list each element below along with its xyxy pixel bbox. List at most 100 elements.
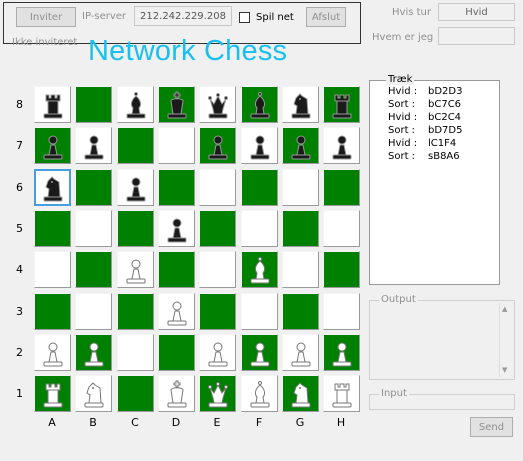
square-c4[interactable] bbox=[117, 251, 154, 288]
square-d8[interactable] bbox=[158, 86, 195, 123]
square-d3[interactable] bbox=[158, 293, 195, 330]
black-pawn-icon bbox=[123, 174, 149, 202]
square-a3[interactable] bbox=[34, 293, 71, 330]
square-b6[interactable] bbox=[75, 169, 112, 206]
square-b1[interactable] bbox=[75, 375, 112, 412]
square-b4[interactable] bbox=[75, 251, 112, 288]
square-e8[interactable] bbox=[199, 86, 236, 123]
square-h4[interactable] bbox=[323, 251, 360, 288]
move-notation: bD2D3 bbox=[428, 86, 463, 97]
move-entry[interactable]: Sort : bD7D5 bbox=[388, 124, 462, 137]
square-d5[interactable] bbox=[158, 210, 195, 247]
square-a7[interactable] bbox=[34, 127, 71, 164]
square-e6[interactable] bbox=[199, 169, 236, 206]
spil-net-checkbox[interactable] bbox=[239, 12, 250, 23]
square-h3[interactable] bbox=[323, 293, 360, 330]
square-c1[interactable] bbox=[117, 375, 154, 412]
move-entry[interactable]: Hvid : bC2C4 bbox=[388, 111, 462, 124]
scroll-up-icon[interactable]: ▲ bbox=[502, 305, 507, 313]
move-entry[interactable]: Hvid : bD2D3 bbox=[388, 85, 462, 98]
square-c2[interactable] bbox=[117, 334, 154, 371]
square-h5[interactable] bbox=[323, 210, 360, 247]
square-h1[interactable] bbox=[323, 375, 360, 412]
square-a1[interactable] bbox=[34, 375, 71, 412]
square-h2[interactable] bbox=[323, 334, 360, 371]
square-f2[interactable] bbox=[241, 334, 278, 371]
ip-server-input[interactable]: 212.242.229.208 bbox=[134, 6, 232, 26]
square-a6[interactable] bbox=[34, 169, 71, 206]
send-button[interactable]: Send bbox=[470, 417, 513, 437]
scroll-down-icon[interactable]: ▼ bbox=[502, 366, 507, 374]
square-g5[interactable] bbox=[282, 210, 319, 247]
move-entry[interactable]: Hvid : lC1F4 bbox=[388, 137, 462, 150]
move-entry[interactable]: Sort : sB8A6 bbox=[388, 150, 462, 163]
square-a5[interactable] bbox=[34, 210, 71, 247]
square-h7[interactable] bbox=[323, 127, 360, 164]
quit-button[interactable]: Afslut bbox=[306, 7, 346, 27]
square-g6[interactable] bbox=[282, 169, 319, 206]
black-queen-icon bbox=[205, 91, 231, 119]
square-e5[interactable] bbox=[199, 210, 236, 247]
square-c6[interactable] bbox=[117, 169, 154, 206]
square-b7[interactable] bbox=[75, 127, 112, 164]
black-king-icon bbox=[164, 91, 190, 119]
square-d1[interactable] bbox=[158, 375, 195, 412]
move-player: Hvid : bbox=[388, 138, 418, 149]
square-g2[interactable] bbox=[282, 334, 319, 371]
file-label: C bbox=[131, 416, 139, 429]
square-f4[interactable] bbox=[241, 251, 278, 288]
square-d7[interactable] bbox=[158, 127, 195, 164]
white-rook-icon bbox=[40, 380, 66, 408]
square-a2[interactable] bbox=[34, 334, 71, 371]
square-e2[interactable] bbox=[199, 334, 236, 371]
square-g3[interactable] bbox=[282, 293, 319, 330]
rank-label: 2 bbox=[16, 345, 23, 359]
square-f8[interactable] bbox=[241, 86, 278, 123]
square-c5[interactable] bbox=[117, 210, 154, 247]
square-f5[interactable] bbox=[241, 210, 278, 247]
square-e3[interactable] bbox=[199, 293, 236, 330]
output-scrollbar[interactable]: ▲ ▼ bbox=[499, 303, 512, 377]
square-b2[interactable] bbox=[75, 334, 112, 371]
square-e1[interactable] bbox=[199, 375, 236, 412]
square-h8[interactable] bbox=[323, 86, 360, 123]
square-d6[interactable] bbox=[158, 169, 195, 206]
square-c7[interactable] bbox=[117, 127, 154, 164]
square-a8[interactable] bbox=[34, 86, 71, 123]
square-c3[interactable] bbox=[117, 293, 154, 330]
square-g7[interactable] bbox=[282, 127, 319, 164]
square-e7[interactable] bbox=[199, 127, 236, 164]
move-player: Sort : bbox=[388, 99, 416, 110]
square-b3[interactable] bbox=[75, 293, 112, 330]
white-bishop-icon bbox=[247, 380, 273, 408]
moves-entries: Hvid : bD2D3 Sort : bC7C6 Hvid : bC2C4 Sort : b… bbox=[388, 85, 462, 163]
black-pawn-icon bbox=[205, 132, 231, 160]
square-b5[interactable] bbox=[75, 210, 112, 247]
file-label: B bbox=[89, 416, 97, 429]
square-f7[interactable] bbox=[241, 127, 278, 164]
output-legend: Output bbox=[379, 294, 418, 305]
white-knight-icon bbox=[81, 380, 107, 408]
square-d4[interactable] bbox=[158, 251, 195, 288]
turn-label: Hvis tur bbox=[392, 7, 431, 18]
square-d2[interactable] bbox=[158, 334, 195, 371]
black-rook-icon bbox=[329, 91, 355, 119]
square-b8[interactable] bbox=[75, 86, 112, 123]
move-entry[interactable]: Sort : bC7C6 bbox=[388, 98, 462, 111]
move-player: Sort : bbox=[388, 125, 416, 136]
square-g8[interactable] bbox=[282, 86, 319, 123]
square-f6[interactable] bbox=[241, 169, 278, 206]
move-player: Sort : bbox=[388, 151, 416, 162]
square-c8[interactable] bbox=[117, 86, 154, 123]
white-king-icon bbox=[164, 380, 190, 408]
square-a4[interactable] bbox=[34, 251, 71, 288]
invite-button[interactable]: Inviter bbox=[16, 7, 76, 27]
square-f1[interactable] bbox=[241, 375, 278, 412]
square-e4[interactable] bbox=[199, 251, 236, 288]
square-g1[interactable] bbox=[282, 375, 319, 412]
square-f3[interactable] bbox=[241, 293, 278, 330]
square-h6[interactable] bbox=[323, 169, 360, 206]
rank-label: 5 bbox=[16, 221, 23, 235]
square-g4[interactable] bbox=[282, 251, 319, 288]
black-knight-icon bbox=[288, 91, 314, 119]
